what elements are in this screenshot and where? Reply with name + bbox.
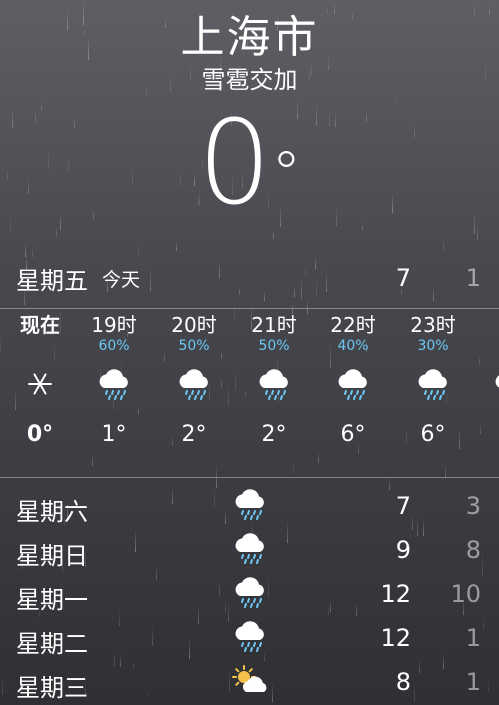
precip-chance: 30% (417, 338, 449, 354)
daily-day: 星期二 (16, 630, 88, 658)
today-summary-row: 星期五 今天 7 1 (0, 255, 499, 301)
rain-cloud-icon (154, 362, 234, 406)
hour-item: 23时 30% 6° (393, 312, 473, 450)
rain-cloud-icon (234, 362, 314, 406)
hour-time: 20时 (171, 313, 217, 337)
hourly-forecast-strip[interactable]: 现在 0° 19时 60% 1° 20时 50% 2° 21时 50% 2° 22时 40% 6° 23时 3… (0, 312, 499, 472)
hour-time: 21时 (251, 313, 297, 337)
daily-low: 10 (450, 580, 481, 608)
daily-high: 7 (395, 492, 411, 520)
daily-high: 9 (395, 536, 411, 564)
today-tag: 今天 (102, 268, 141, 291)
daily-row: 星期二 12 1 (0, 616, 499, 660)
daily-low: 8 (465, 536, 481, 564)
rain-cloud-icon (232, 620, 268, 658)
rain-cloud-icon (232, 576, 268, 614)
hour-item: 19时 60% 1° (74, 312, 154, 450)
hour-time: 0 (470, 312, 499, 338)
rain-cloud-icon (393, 362, 473, 406)
rain-cloud-icon (470, 362, 499, 406)
current-temp-value: 0 (197, 96, 272, 231)
daily-day: 星期三 (16, 674, 88, 702)
precip-chance: 40% (337, 338, 369, 354)
hour-item: 现在 0° (0, 312, 80, 450)
daily-row: 星期三 8 1 (0, 660, 499, 704)
hour-time: 22时 (330, 313, 376, 337)
precip-chance (470, 338, 499, 354)
snowflake-icon (0, 362, 80, 406)
today-high: 7 (395, 264, 411, 292)
daily-day: 星期六 (16, 498, 88, 526)
precip-chance: 50% (258, 338, 290, 354)
city-name: 上海市 (180, 12, 319, 63)
daily-high: 8 (395, 668, 411, 696)
rain-cloud-icon (313, 362, 393, 406)
daily-forecast-list[interactable]: 星期六 7 3 星期日 9 8 星期一 12 10 星期二 12 1 星期三 8 1 (0, 484, 499, 704)
hour-temp: 0° (26, 422, 54, 447)
divider-top (0, 308, 499, 309)
precip-chance: 60% (98, 338, 130, 354)
rain-cloud-icon (232, 532, 268, 570)
precip-chance: 50% (178, 338, 210, 354)
daily-row: 星期六 7 3 (0, 484, 499, 528)
daily-row: 星期一 12 10 (0, 572, 499, 616)
divider-bottom (0, 477, 499, 478)
rain-cloud-icon (232, 488, 268, 526)
hour-item: 21时 50% 2° (234, 312, 314, 450)
daily-day: 星期一 (16, 586, 88, 614)
daily-row: 星期日 9 8 (0, 528, 499, 572)
hour-time: 19时 (91, 313, 137, 337)
hour-temp: 6° (340, 422, 366, 447)
hour-temp: 1° (101, 422, 127, 447)
location-header: 上海市 雪雹交加 0° (0, 0, 499, 224)
hour-time: 现在 (20, 313, 60, 337)
current-temperature: 0° (0, 104, 499, 224)
hour-temp: 6° (420, 422, 446, 447)
hour-time: 23时 (410, 313, 456, 337)
weather-condition: 雪雹交加 (201, 66, 298, 94)
daily-high: 12 (380, 580, 411, 608)
hour-item: 20时 50% 2° (154, 312, 234, 450)
daily-low: 1 (465, 668, 481, 696)
precip-chance (0, 338, 80, 354)
today-day: 星期五 (16, 266, 88, 295)
daily-day: 星期日 (16, 542, 88, 570)
today-low: 1 (465, 264, 481, 292)
daily-low: 1 (465, 624, 481, 652)
daily-high: 12 (380, 624, 411, 652)
daily-low: 3 (465, 492, 481, 520)
hour-temp: 2° (261, 422, 287, 447)
partly-sunny-icon (232, 664, 270, 702)
hour-item: 0 (470, 312, 499, 420)
hour-item: 22时 40% 6° (313, 312, 393, 450)
degree-symbol: ° (271, 139, 302, 209)
rain-cloud-icon (74, 362, 154, 406)
hour-temp: 2° (181, 422, 207, 447)
